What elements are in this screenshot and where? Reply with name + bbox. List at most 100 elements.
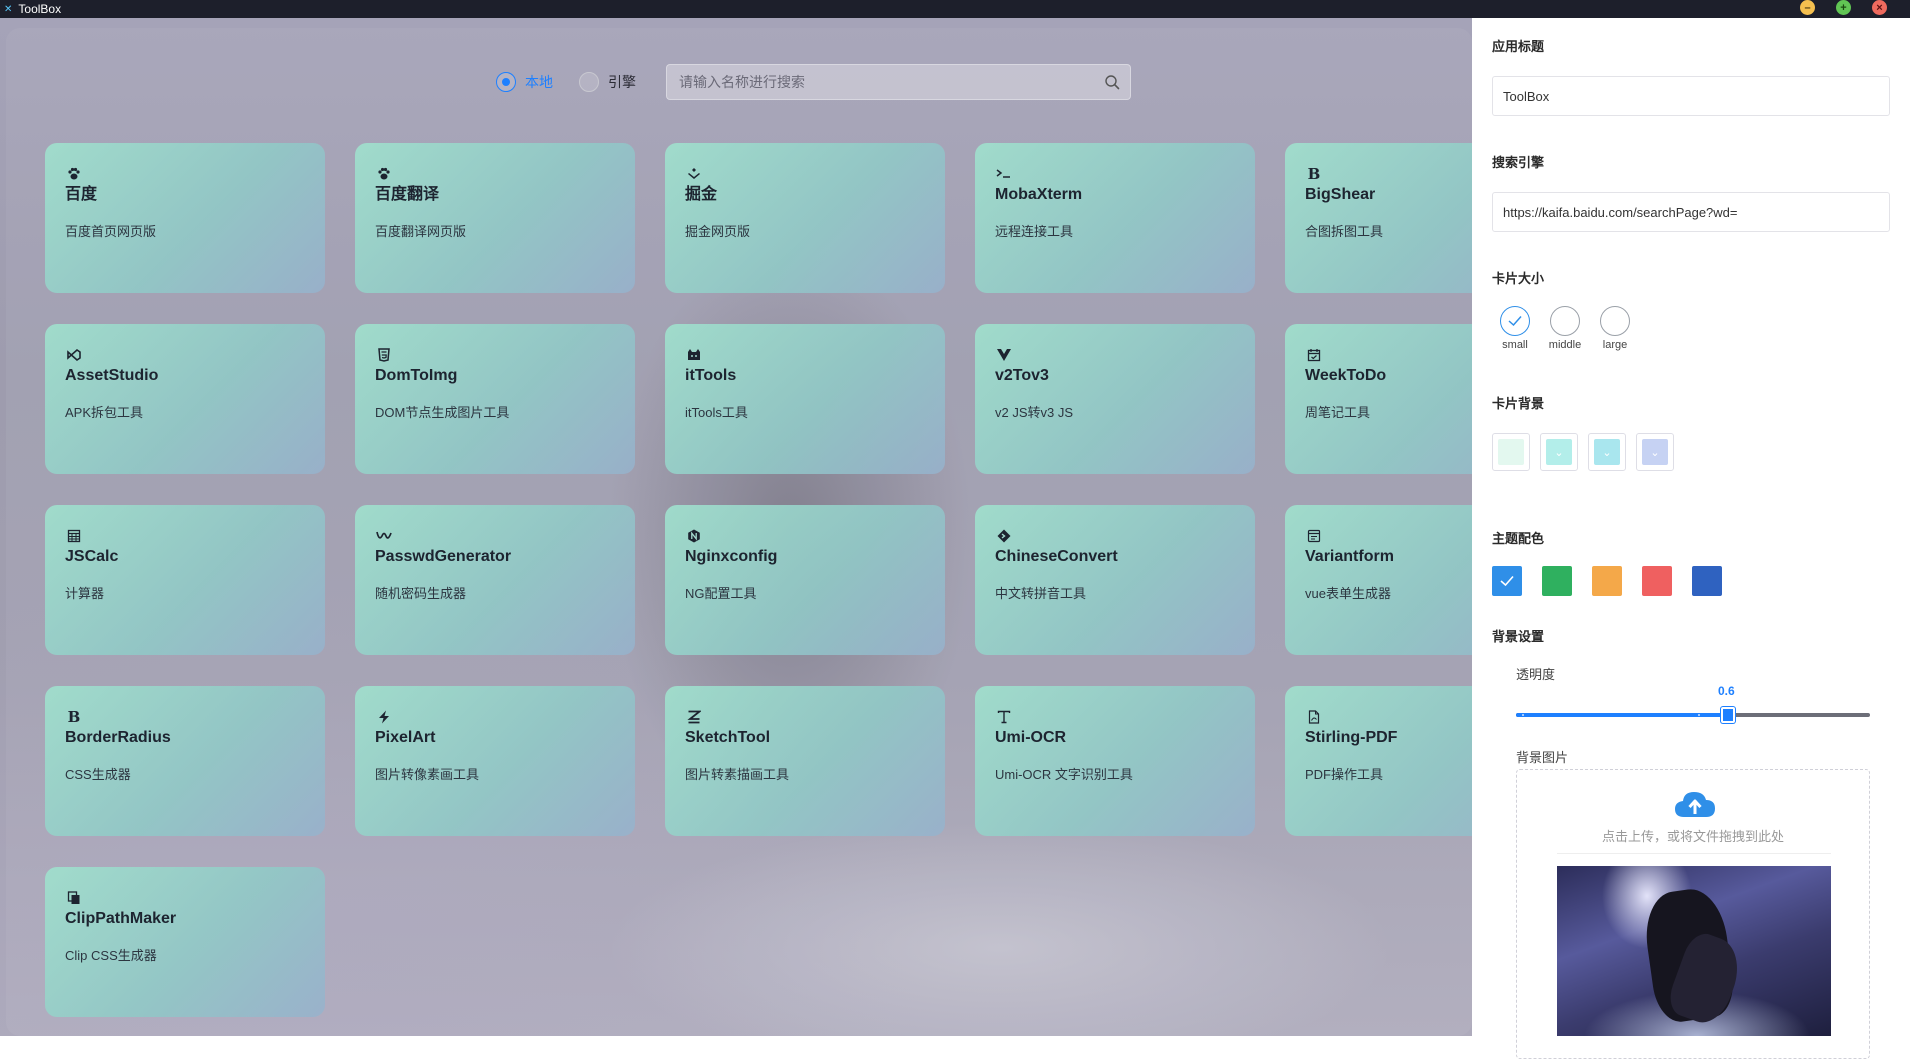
tool-card[interactable]: itTools itTools工具 bbox=[665, 324, 945, 474]
card-bg-swatch[interactable] bbox=[1498, 439, 1524, 465]
card-bg-swatch[interactable]: ⌄ bbox=[1642, 439, 1668, 465]
nginx-icon bbox=[685, 527, 703, 545]
tool-card[interactable]: PixelArt 图片转像素画工具 bbox=[355, 686, 635, 836]
radio-dot-engine[interactable] bbox=[579, 72, 599, 92]
card-name: BigShear bbox=[1305, 186, 1376, 203]
tool-card-grid: 百度 百度首页网页版 百度翻译 百度翻译网页版 掘金 掘金网页版 MobaXte… bbox=[45, 143, 1472, 1017]
size-circle-middle[interactable] bbox=[1550, 306, 1580, 336]
tool-card[interactable]: B BigShear 合图拆图工具 bbox=[1285, 143, 1472, 293]
search-icon[interactable] bbox=[1104, 74, 1120, 90]
tool-card[interactable]: JSCalc 计算器 bbox=[45, 505, 325, 655]
tool-card[interactable]: v2Tov3 v2 JS转v3 JS bbox=[975, 324, 1255, 474]
card-bg-options: ⌄ ⌄ ⌄ bbox=[1492, 433, 1684, 471]
pdf-icon bbox=[1305, 708, 1323, 726]
close-button[interactable]: × bbox=[1872, 0, 1887, 15]
tool-card[interactable]: 百度 百度首页网页版 bbox=[45, 143, 325, 293]
calculator-icon bbox=[65, 527, 83, 545]
search-input[interactable] bbox=[677, 73, 1104, 91]
app-title-value[interactable]: ToolBox bbox=[1503, 89, 1549, 104]
sketch-icon bbox=[685, 708, 703, 726]
app-title-label: 应用标题 bbox=[1492, 39, 1545, 54]
terminal-icon bbox=[995, 165, 1013, 183]
maximize-button[interactable]: + bbox=[1836, 0, 1851, 15]
tool-card[interactable]: Nginxconfig NG配置工具 bbox=[665, 505, 945, 655]
card-bg-option[interactable]: ⌄ bbox=[1540, 433, 1578, 471]
tool-card[interactable]: WeekToDo 周笔记工具 bbox=[1285, 324, 1472, 474]
upload-area[interactable]: 点击上传，或将文件拖拽到此处 bbox=[1516, 769, 1870, 1059]
letter-b-icon: B bbox=[67, 707, 81, 726]
card-bg-swatch[interactable]: ⌄ bbox=[1546, 439, 1572, 465]
theme-option-blue[interactable] bbox=[1492, 566, 1522, 596]
tool-card[interactable]: PasswdGenerator 随机密码生成器 bbox=[355, 505, 635, 655]
slider-handle[interactable] bbox=[1721, 707, 1735, 723]
card-bg-option[interactable] bbox=[1492, 433, 1530, 471]
card-name: itTools bbox=[685, 367, 737, 384]
theme-option-darkblue[interactable] bbox=[1692, 566, 1722, 596]
theme-option-orange[interactable] bbox=[1592, 566, 1622, 596]
key-icon bbox=[375, 527, 393, 545]
tool-card[interactable]: 掘金 掘金网页版 bbox=[665, 143, 945, 293]
size-circle-large[interactable] bbox=[1600, 306, 1630, 336]
card-name: DomToImg bbox=[375, 367, 458, 384]
calendar-icon bbox=[1305, 346, 1323, 364]
card-desc: 百度首页网页版 bbox=[65, 224, 157, 239]
search-box[interactable] bbox=[666, 64, 1131, 100]
card-name: JSCalc bbox=[65, 548, 119, 565]
slider-tick bbox=[1522, 714, 1524, 716]
radio-label-engine[interactable]: 引擎 bbox=[608, 72, 636, 92]
size-label-middle: middle bbox=[1548, 339, 1582, 351]
tool-card[interactable]: MobaXterm 远程连接工具 bbox=[975, 143, 1255, 293]
tool-card[interactable]: Stirling-PDF PDF操作工具 bbox=[1285, 686, 1472, 836]
card-name: v2Tov3 bbox=[995, 367, 1049, 384]
tool-card[interactable]: SketchTool 图片转素描画工具 bbox=[665, 686, 945, 836]
card-bg-label: 卡片背景 bbox=[1492, 396, 1545, 411]
window-title: ToolBox bbox=[18, 2, 62, 16]
card-bg-swatch[interactable]: ⌄ bbox=[1594, 439, 1620, 465]
tool-card[interactable]: B BorderRadius CSS生成器 bbox=[45, 686, 325, 836]
card-name: PasswdGenerator bbox=[375, 548, 512, 565]
tool-card[interactable]: Umi-OCR Umi-OCR 文字识别工具 bbox=[975, 686, 1255, 836]
main-container: 本地 引擎 百度 百度首页网页版 bbox=[6, 28, 1472, 1036]
radio-label-local[interactable]: 本地 bbox=[525, 72, 553, 92]
search-engine-value[interactable]: https://kaifa.baidu.com/searchPage?wd= bbox=[1503, 205, 1738, 220]
card-name: PixelArt bbox=[375, 729, 436, 746]
tool-card[interactable]: 百度翻译 百度翻译网页版 bbox=[355, 143, 635, 293]
chevron-down-icon: ⌄ bbox=[1650, 446, 1660, 459]
search-engine-input[interactable]: https://kaifa.baidu.com/searchPage?wd= bbox=[1492, 192, 1890, 232]
card-bg-option[interactable]: ⌄ bbox=[1636, 433, 1674, 471]
form-icon bbox=[1305, 527, 1323, 545]
chevron-down-icon: ⌄ bbox=[1602, 446, 1612, 459]
tool-card[interactable]: AssetStudio APK拆包工具 bbox=[45, 324, 325, 474]
radio-engine[interactable]: 引擎 bbox=[579, 72, 636, 92]
theme-option-green[interactable] bbox=[1542, 566, 1572, 596]
size-option-small[interactable]: small bbox=[1492, 306, 1538, 351]
tool-card[interactable]: ClipPathMaker Clip CSS生成器 bbox=[45, 867, 325, 1017]
tool-card[interactable]: ChineseConvert 中文转拼音工具 bbox=[975, 505, 1255, 655]
card-size-label: 卡片大小 bbox=[1492, 271, 1545, 286]
upload-text: 点击上传，或将文件拖拽到此处 bbox=[1601, 829, 1784, 844]
radio-local[interactable]: 本地 bbox=[496, 72, 553, 92]
juejin-icon bbox=[685, 165, 703, 183]
clip-icon bbox=[65, 889, 83, 907]
radio-dot-local[interactable] bbox=[496, 72, 516, 92]
check-icon bbox=[1508, 316, 1522, 327]
search-row: 本地 引擎 bbox=[496, 64, 1131, 100]
theme-option-red[interactable] bbox=[1642, 566, 1672, 596]
card-bg-option[interactable]: ⌄ bbox=[1588, 433, 1626, 471]
card-name: Stirling-PDF bbox=[1305, 729, 1398, 746]
cloud-upload-icon bbox=[1675, 792, 1715, 817]
size-label-large: large bbox=[1602, 339, 1628, 351]
paw-icon bbox=[65, 165, 83, 183]
card-name: AssetStudio bbox=[65, 367, 159, 384]
minimize-button[interactable]: – bbox=[1800, 0, 1815, 15]
tool-card[interactable]: Variantform vue表单生成器 bbox=[1285, 505, 1472, 655]
size-option-large[interactable]: large bbox=[1592, 306, 1638, 351]
tool-card[interactable]: DomToImg DOM节点生成图片工具 bbox=[355, 324, 635, 474]
vscode-icon bbox=[65, 346, 83, 364]
paw-icon bbox=[375, 165, 393, 183]
slider-track[interactable] bbox=[1516, 707, 1870, 723]
size-option-middle[interactable]: middle bbox=[1542, 306, 1588, 351]
card-size-options: small middle large bbox=[1492, 306, 1642, 351]
size-circle-small[interactable] bbox=[1500, 306, 1530, 336]
app-title-input[interactable]: ToolBox bbox=[1492, 76, 1890, 116]
